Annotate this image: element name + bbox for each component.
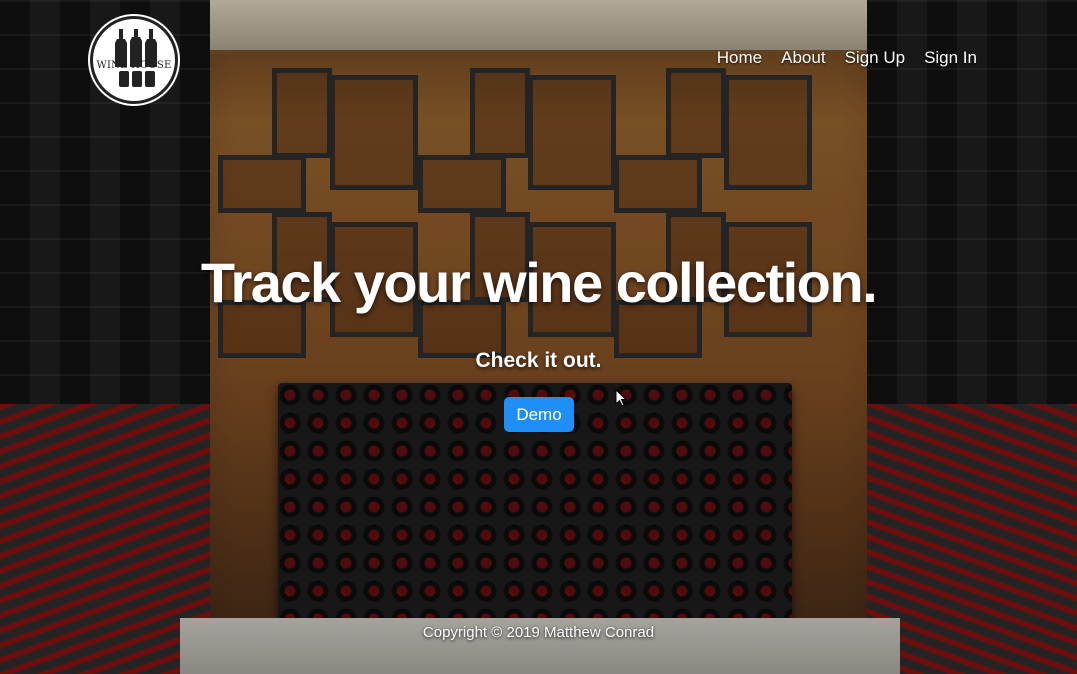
nav-about[interactable]: About	[781, 48, 825, 68]
main-nav: Home About Sign Up Sign In	[717, 48, 977, 68]
background-overlay	[0, 0, 1077, 674]
nav-sign-in[interactable]: Sign In	[924, 48, 977, 68]
wine-house-logo[interactable]: WINE HOUSE	[90, 16, 178, 104]
nav-sign-up[interactable]: Sign Up	[845, 48, 905, 68]
hero-title: Track your wine collection.	[200, 251, 878, 314]
hero-subtitle: Check it out.	[475, 349, 602, 372]
logo-text: WINE HOUSE	[96, 60, 172, 71]
mouse-cursor-icon	[615, 389, 627, 407]
logo-bottle-bases	[119, 71, 155, 87]
nav-home[interactable]: Home	[717, 48, 762, 68]
footer-copyright: Copyright © 2019 Matthew Conrad	[422, 624, 655, 641]
demo-button[interactable]: Demo	[504, 397, 574, 432]
